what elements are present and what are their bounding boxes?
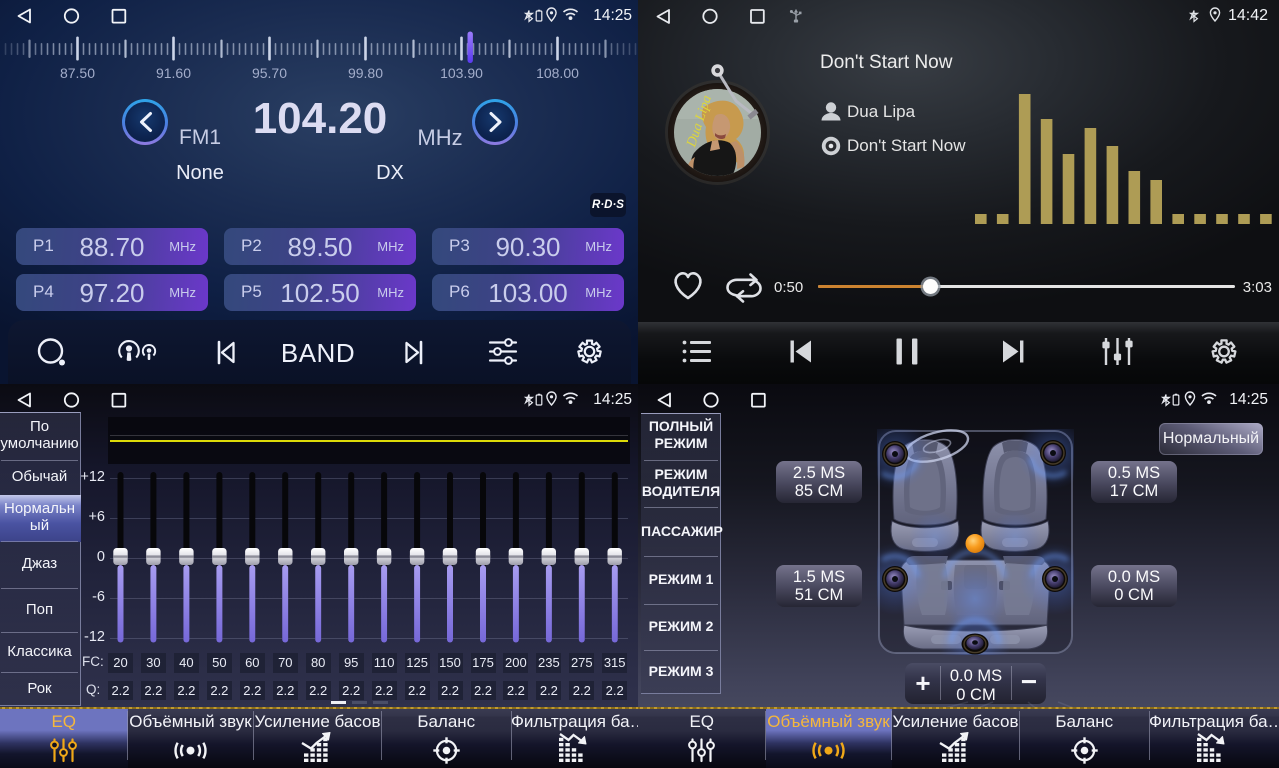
svg-text:Dua Lipa: Dua Lipa <box>684 94 715 150</box>
